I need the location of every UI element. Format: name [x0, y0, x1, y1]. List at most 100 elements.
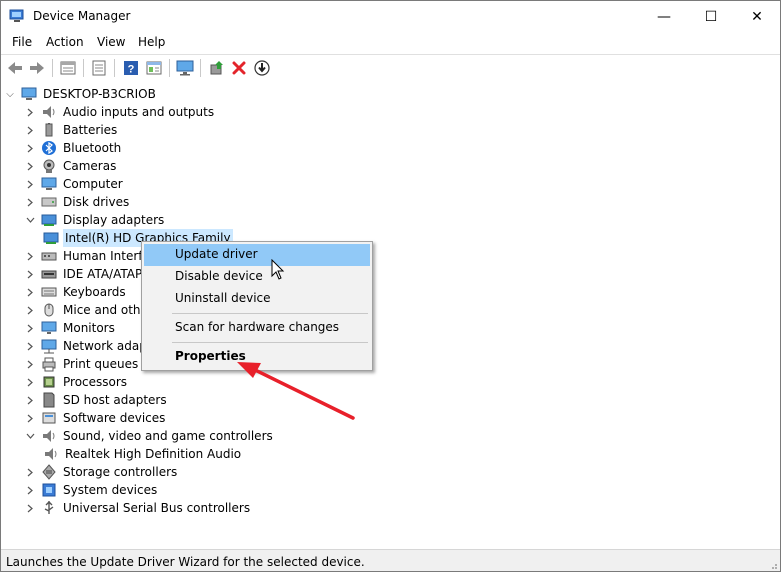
processor-icon: [41, 374, 57, 390]
chevron-right-icon[interactable]: [25, 463, 35, 481]
chevron-right-icon[interactable]: [25, 265, 35, 283]
chevron-right-icon[interactable]: [25, 301, 35, 319]
close-button[interactable]: ✕: [734, 1, 780, 32]
tree-category-keyboards[interactable]: Keyboards: [25, 283, 128, 301]
menu-file[interactable]: File: [12, 35, 32, 49]
update-driver-icon[interactable]: [207, 58, 227, 78]
chevron-right-icon[interactable]: [25, 175, 35, 193]
tree-category-batteries[interactable]: Batteries: [25, 121, 119, 139]
tree-item-label: Human Interfa: [63, 249, 150, 263]
tree-category-sound-video-and-game-controllers[interactable]: Sound, video and game controllers: [25, 427, 275, 445]
chevron-right-icon[interactable]: [25, 283, 35, 301]
chevron-right-icon[interactable]: [25, 481, 35, 499]
svg-text:?: ?: [128, 64, 135, 76]
help-icon[interactable]: ?: [121, 58, 141, 78]
minimize-button[interactable]: —: [641, 1, 687, 32]
chevron-right-icon[interactable]: [25, 121, 35, 139]
printer-icon: [41, 356, 57, 372]
tree-category-monitors[interactable]: Monitors: [25, 319, 117, 337]
speaker-icon: [43, 446, 59, 462]
tree-item-label: Computer: [63, 177, 123, 191]
menu-bar: File Action View Help: [1, 32, 780, 54]
menu-action[interactable]: Action: [46, 35, 84, 49]
context-scan-hardware[interactable]: Scan for hardware changes: [144, 317, 370, 339]
show-hidden-icon[interactable]: [89, 58, 109, 78]
tree-category-human-interfa[interactable]: Human Interfa: [25, 247, 152, 265]
tree-category-system-devices[interactable]: System devices: [25, 481, 159, 499]
tree-item-label: Display adapters: [63, 213, 165, 227]
tree-category-disk-drives[interactable]: Disk drives: [25, 193, 131, 211]
context-item-label: Update driver: [175, 247, 258, 261]
chevron-right-icon[interactable]: [25, 373, 35, 391]
chevron-right-icon[interactable]: [25, 193, 35, 211]
speaker-icon: [41, 104, 57, 120]
chevron-down-icon[interactable]: ⌵: [5, 85, 15, 103]
display-adapter-icon: [41, 212, 57, 228]
properties-view-icon[interactable]: [58, 58, 78, 78]
tree-item-label: Disk drives: [63, 195, 130, 209]
computer-icon: [41, 176, 57, 192]
chevron-down-icon[interactable]: [25, 427, 35, 445]
chevron-right-icon[interactable]: [25, 247, 35, 265]
monitor-icon[interactable]: [175, 58, 195, 78]
bluetooth-icon: [41, 140, 57, 156]
mouse-cursor-icon: [271, 259, 285, 280]
menu-help[interactable]: Help: [138, 35, 165, 49]
action-pane-icon[interactable]: [144, 58, 164, 78]
tree-category-bluetooth[interactable]: Bluetooth: [25, 139, 123, 157]
context-uninstall-device[interactable]: Uninstall device: [144, 288, 370, 310]
tree-category-processors[interactable]: Processors: [25, 373, 129, 391]
display-adapter-icon: [43, 230, 59, 246]
toolbar: ?: [1, 54, 780, 82]
chevron-right-icon[interactable]: [25, 139, 35, 157]
chevron-right-icon[interactable]: [25, 337, 35, 355]
uninstall-icon[interactable]: [229, 58, 249, 78]
tree-category-ide-ata-atap[interactable]: IDE ATA/ATAP: [25, 265, 144, 283]
chevron-right-icon[interactable]: [25, 103, 35, 121]
tree-category-sd-host-adapters[interactable]: SD host adapters: [25, 391, 169, 409]
toolbar-separator: [83, 59, 84, 77]
annotation-arrow: [237, 362, 355, 420]
tree-item-label: Bluetooth: [63, 141, 122, 155]
tree-category-software-devices[interactable]: Software devices: [25, 409, 167, 427]
back-arrow-icon[interactable]: [5, 58, 25, 78]
camera-icon: [41, 158, 57, 174]
toolbar-separator: [52, 59, 53, 77]
tree-category-storage-controllers[interactable]: Storage controllers: [25, 463, 179, 481]
software-device-icon: [41, 410, 57, 426]
resize-grip-icon[interactable]: [768, 560, 778, 570]
context-update-driver[interactable]: Update driver: [144, 244, 370, 266]
download-icon[interactable]: [252, 58, 272, 78]
tree-category-display-adapters[interactable]: Display adapters: [25, 211, 166, 229]
tree-category-audio-inputs-and-outputs[interactable]: Audio inputs and outputs: [25, 103, 216, 121]
tree-root-label: DESKTOP-B3CRIOB: [43, 87, 156, 101]
tree-category-cameras[interactable]: Cameras: [25, 157, 118, 175]
network-icon: [41, 338, 57, 354]
tree-child-realtek-high-definition-audio[interactable]: Realtek High Definition Audio: [43, 445, 243, 463]
tree-category-print-queues[interactable]: Print queues: [25, 355, 140, 373]
tree-item-label: System devices: [63, 483, 158, 497]
context-disable-device[interactable]: Disable device: [144, 266, 370, 288]
tree-item-label: Network adap: [63, 339, 147, 353]
battery-icon: [41, 122, 57, 138]
forward-arrow-icon[interactable]: [27, 58, 47, 78]
tree-category-computer[interactable]: Computer: [25, 175, 125, 193]
tree-category-network-adap[interactable]: Network adap: [25, 337, 149, 355]
keyboard-icon: [41, 284, 57, 300]
menu-view[interactable]: View: [97, 35, 125, 49]
tree-item-label: Software devices: [63, 411, 166, 425]
chevron-right-icon[interactable]: [25, 499, 35, 517]
tree-category-universal-serial-bus-controllers[interactable]: Universal Serial Bus controllers: [25, 499, 252, 517]
disk-drive-icon: [41, 194, 57, 210]
chevron-right-icon[interactable]: [25, 391, 35, 409]
tree-root[interactable]: ⌵ DESKTOP-B3CRIOB: [5, 85, 158, 103]
context-item-label: Disable device: [175, 269, 263, 283]
chevron-right-icon[interactable]: [25, 355, 35, 373]
chevron-right-icon[interactable]: [25, 409, 35, 427]
chevron-right-icon[interactable]: [25, 157, 35, 175]
maximize-button[interactable]: ☐: [688, 1, 734, 32]
chevron-right-icon[interactable]: [25, 319, 35, 337]
chevron-down-icon[interactable]: [25, 211, 35, 229]
tree-category-mice-and-othe[interactable]: Mice and othe: [25, 301, 150, 319]
sd-card-icon: [41, 392, 57, 408]
